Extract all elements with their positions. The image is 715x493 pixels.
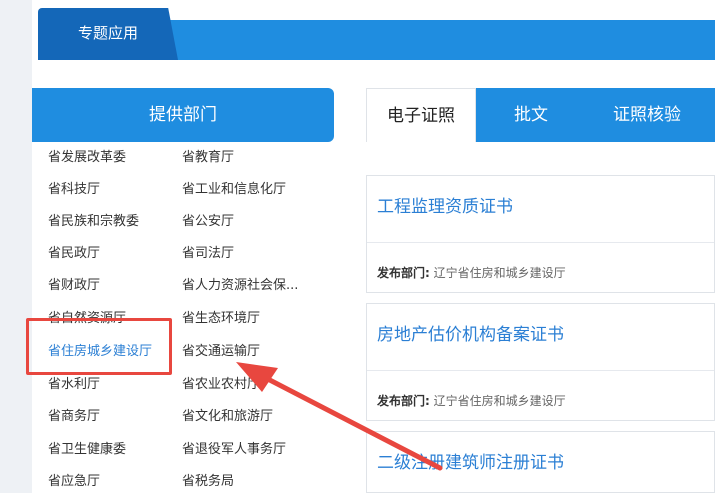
dept-item[interactable]: 省教育厅 — [182, 149, 234, 167]
dept-item[interactable]: 省生态环境厅 — [182, 310, 260, 328]
dept-item[interactable]: 省卫生健康委 — [48, 441, 126, 459]
left-margin — [0, 0, 32, 493]
dept-item[interactable]: 省财政厅 — [48, 277, 100, 295]
license-card[interactable]: 工程监理资质证书 发布部门: 辽宁省住房和城乡建设厅 — [366, 175, 715, 293]
dept-item[interactable]: 省人力资源社会保... — [182, 277, 298, 295]
dept-item[interactable]: 省税务局 — [182, 473, 234, 491]
card-divider — [367, 242, 714, 243]
dept-item[interactable]: 省公安厅 — [182, 213, 234, 231]
tab-e-license[interactable]: 电子证照 — [366, 88, 476, 142]
content-tabs: 电子证照 批文 证照核验 — [366, 88, 715, 142]
provider-dept-header: 提供部门 — [32, 88, 334, 142]
dept-item[interactable]: 省退役军人事务厅 — [182, 441, 286, 459]
dept-item[interactable]: 省工业和信息化厅 — [182, 181, 286, 199]
card-divider — [367, 370, 714, 371]
dept-item[interactable]: 省交通运输厅 — [182, 343, 260, 361]
dept-item[interactable]: 省民政厅 — [48, 245, 100, 263]
tab-license-verify[interactable]: 证照核验 — [586, 88, 708, 142]
dept-item[interactable]: 省农业农村厅 — [182, 376, 260, 394]
dept-item[interactable]: 省商务厅 — [48, 408, 100, 426]
highlight-annotation-box — [26, 318, 172, 375]
dept-item[interactable]: 省民族和宗教委 — [48, 213, 139, 231]
dept-item[interactable]: 省文化和旅游厅 — [182, 408, 273, 426]
license-card[interactable]: 房地产估价机构备案证书 发布部门: 辽宁省住房和城乡建设厅 — [366, 303, 715, 421]
meta-label: 发布部门: — [377, 394, 430, 408]
card-title[interactable]: 房地产估价机构备案证书 — [377, 320, 564, 345]
meta-value: 辽宁省住房和城乡建设厅 — [433, 266, 566, 280]
dept-item[interactable]: 省科技厅 — [48, 181, 100, 199]
dept-item[interactable]: 省司法厅 — [182, 245, 234, 263]
card-title[interactable]: 工程监理资质证书 — [377, 192, 513, 217]
tab-approval[interactable]: 批文 — [476, 88, 586, 142]
dept-item[interactable]: 省应急厅 — [48, 473, 100, 491]
meta-value: 辽宁省住房和城乡建设厅 — [433, 394, 566, 408]
card-meta: 发布部门: 辽宁省住房和城乡建设厅 — [377, 264, 566, 281]
meta-label: 发布部门: — [377, 266, 430, 280]
dept-item[interactable]: 省水利厅 — [48, 376, 100, 394]
card-title[interactable]: 二级注册建筑师注册证书 — [377, 448, 564, 473]
license-card[interactable]: 二级注册建筑师注册证书 — [366, 431, 715, 493]
tab-special-applications[interactable]: 专题应用 — [38, 8, 178, 60]
dept-item[interactable]: 省发展改革委 — [48, 149, 126, 167]
card-meta: 发布部门: 辽宁省住房和城乡建设厅 — [377, 392, 566, 409]
